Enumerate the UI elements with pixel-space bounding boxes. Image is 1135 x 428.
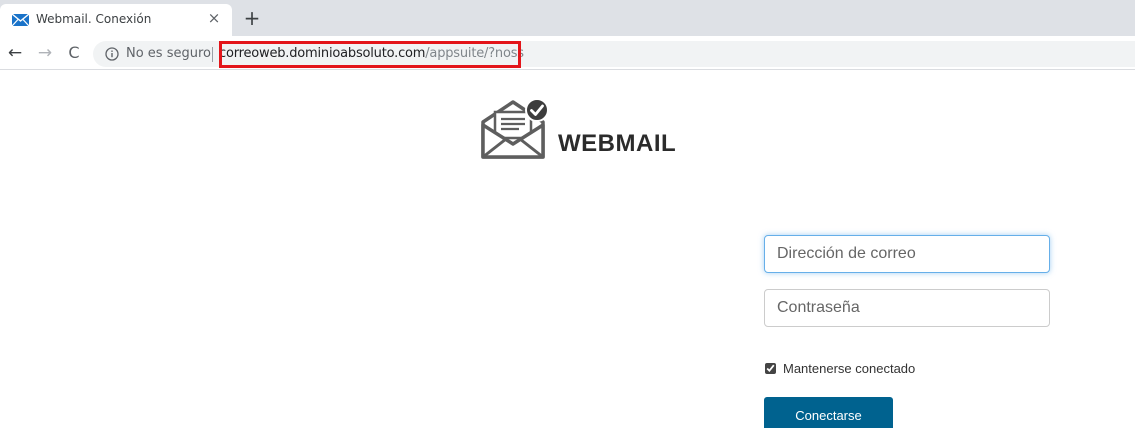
login-button[interactable]: Conectarse bbox=[764, 397, 893, 428]
tab-title: Webmail. Conexión bbox=[36, 12, 152, 26]
remember-me[interactable]: Mantenerse conectado bbox=[765, 360, 915, 376]
new-tab-button[interactable]: + bbox=[240, 6, 264, 30]
envelope-check-icon bbox=[481, 98, 549, 159]
browser-toolbar: ← → C No es seguro correoweb.dominioabso… bbox=[0, 36, 1135, 70]
back-button[interactable]: ← bbox=[4, 42, 26, 64]
email-field[interactable] bbox=[764, 235, 1050, 273]
mail-icon bbox=[12, 14, 29, 26]
info-icon[interactable] bbox=[105, 47, 119, 61]
tab-close-icon[interactable]: × bbox=[205, 9, 223, 27]
tab-strip: Webmail. Conexión × + bbox=[0, 0, 1135, 36]
url-highlight-box bbox=[219, 41, 521, 68]
browser-tab[interactable]: Webmail. Conexión × bbox=[0, 4, 232, 36]
reload-button[interactable]: C bbox=[63, 42, 85, 64]
forward-button[interactable]: → bbox=[34, 42, 56, 64]
remember-label: Mantenerse conectado bbox=[783, 360, 916, 376]
security-status[interactable]: No es seguro bbox=[126, 46, 211, 61]
webmail-logo: WEBMAIL bbox=[480, 98, 680, 162]
address-separator bbox=[212, 47, 213, 62]
logo-text: WEBMAIL bbox=[558, 130, 677, 157]
remember-checkbox[interactable] bbox=[765, 362, 776, 374]
password-field[interactable] bbox=[764, 289, 1050, 327]
